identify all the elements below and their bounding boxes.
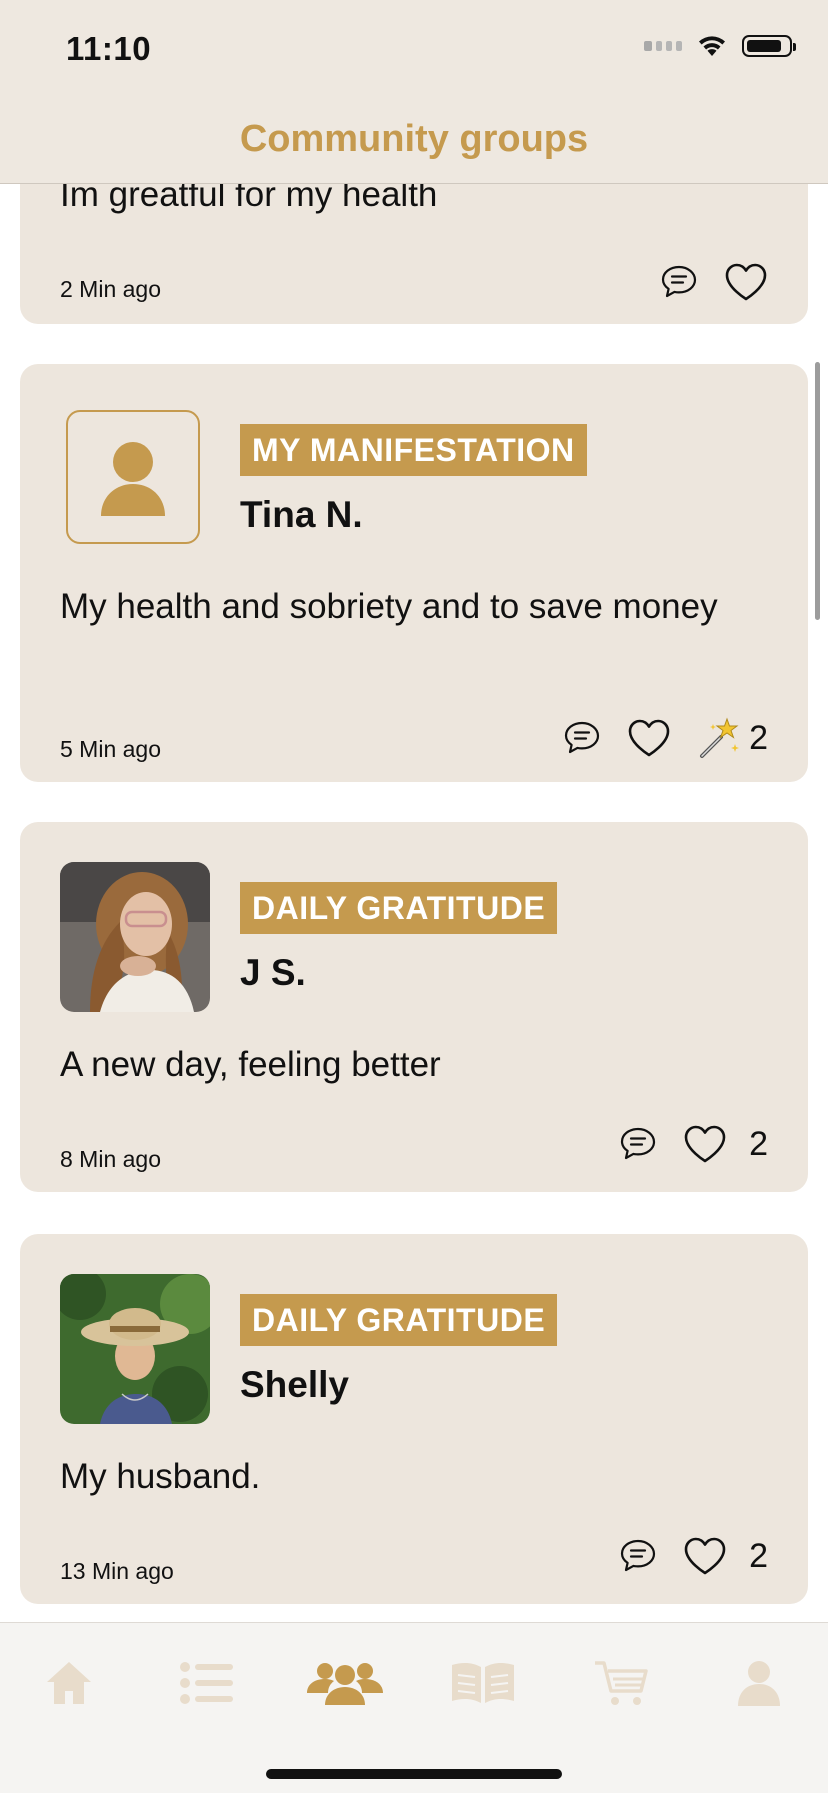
author-name[interactable]: J S.: [240, 952, 306, 994]
post-time: 5 Min ago: [60, 736, 162, 762]
post-card[interactable]: DAILY GRATITUDE J S. A new day, feeling …: [20, 822, 808, 1192]
comment-button[interactable]: [619, 1126, 657, 1162]
status-time: 11:10: [66, 30, 152, 67]
tab-shop[interactable]: [571, 1653, 671, 1713]
home-indicator: [266, 1769, 562, 1779]
comment-icon: [661, 265, 697, 298]
comment-button[interactable]: [660, 264, 698, 300]
heart-icon: [628, 719, 670, 757]
author-name[interactable]: Tina N.: [240, 494, 363, 536]
top-bar: 11:10 Community groups: [0, 0, 828, 184]
post-card[interactable]: DAILY GRATITUDE Shelly My husband. 13 Mi…: [20, 1234, 808, 1604]
like-count: 2: [749, 1536, 768, 1575]
person-icon: [101, 442, 165, 516]
post-text: My husband.: [60, 1457, 261, 1496]
user-photo-icon: [60, 862, 210, 1012]
group-tag: MY MANIFESTATION: [240, 424, 587, 476]
tab-profile[interactable]: [709, 1653, 809, 1713]
group-tag: DAILY GRATITUDE: [240, 1294, 558, 1346]
profile-icon: [738, 1661, 780, 1706]
comment-icon: [620, 1539, 656, 1572]
heart-icon: [684, 1537, 726, 1575]
tab-community[interactable]: [295, 1653, 395, 1713]
tab-journal[interactable]: [433, 1653, 533, 1713]
group-tag: DAILY GRATITUDE: [240, 882, 558, 934]
tab-list[interactable]: [157, 1653, 257, 1713]
like-button[interactable]: 2: [683, 1536, 768, 1576]
like-button[interactable]: [627, 718, 671, 758]
like-button[interactable]: 2: [683, 1124, 768, 1164]
page-title: Community groups: [239, 118, 589, 160]
like-count: 2: [749, 1124, 768, 1163]
list-icon: [180, 1662, 233, 1704]
user-photo-icon: [60, 1274, 210, 1424]
comment-button[interactable]: [619, 1538, 657, 1574]
home-icon: [47, 1662, 91, 1704]
cart-icon: [595, 1661, 648, 1705]
tab-home[interactable]: [19, 1653, 119, 1713]
post-text: A new day, feeling better: [60, 1045, 441, 1084]
avatar[interactable]: [60, 1274, 210, 1424]
manifest-button[interactable]: 2: [697, 716, 768, 760]
wifi-icon: [699, 36, 725, 56]
magic-wand-icon: [700, 717, 740, 758]
post-time: 8 Min ago: [60, 1146, 162, 1172]
author-name[interactable]: Shelly: [240, 1364, 349, 1406]
comment-button[interactable]: [563, 720, 601, 756]
post-time: 13 Min ago: [60, 1558, 174, 1584]
post-card[interactable]: MY MANIFESTATION Tina N. My health and s…: [20, 364, 808, 782]
comment-icon: [564, 721, 600, 754]
battery-icon: [742, 35, 796, 57]
avatar-placeholder: [66, 410, 200, 544]
heart-icon: [725, 263, 767, 301]
like-button[interactable]: [724, 262, 768, 302]
book-icon: [452, 1662, 514, 1703]
tab-bar: [0, 1622, 828, 1793]
post-text: My health and sobriety and to save money: [60, 587, 718, 626]
community-icon: [307, 1663, 383, 1705]
status-icons: [644, 34, 796, 58]
manifest-count: 2: [749, 718, 768, 757]
comment-icon: [620, 1127, 656, 1160]
post-time: 2 Min ago: [60, 276, 162, 302]
scrollbar[interactable]: [815, 362, 820, 620]
avatar[interactable]: [60, 862, 210, 1012]
heart-icon: [684, 1125, 726, 1163]
signal-icon: [644, 41, 682, 51]
